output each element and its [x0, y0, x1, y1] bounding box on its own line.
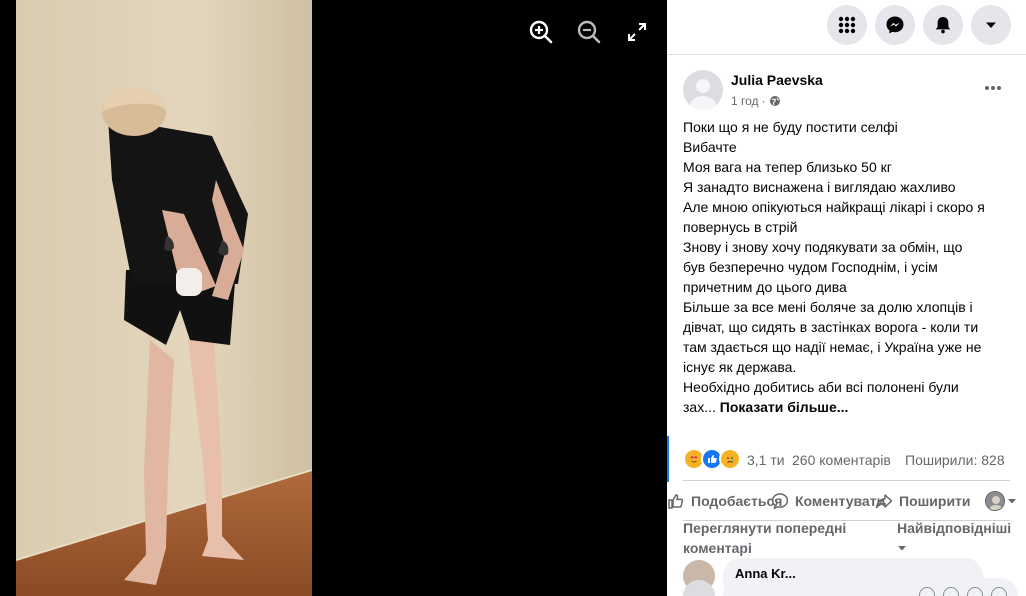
comment-sort-label: Найвідповідніші — [897, 520, 1012, 536]
menu-button[interactable] — [827, 5, 867, 45]
post-line: дівчат, що сидять в застінках ворога - к… — [683, 319, 979, 335]
thumbs-up-icon — [668, 494, 684, 509]
post-time[interactable]: 1 год — [731, 94, 759, 108]
post-line: Але мною опікуються найкращі лікарі і ск… — [683, 199, 985, 215]
caret-down-icon — [1008, 499, 1016, 504]
post-truncated-text: зах... — [683, 399, 716, 415]
profile-avatar — [985, 491, 1005, 511]
post-line: Знову і знову хочу подякувати за обмін, … — [683, 239, 963, 255]
photo-viewer — [0, 0, 667, 596]
post-line: повернусь в стрій — [683, 219, 798, 235]
zoom-out-button[interactable] — [575, 18, 603, 46]
more-dots-icon — [985, 86, 1001, 90]
post-line: Більше за все мені боляче за долю хлопці… — [683, 299, 973, 315]
gif-icon[interactable] — [991, 587, 1007, 596]
like-button[interactable]: Подобається — [667, 490, 782, 512]
focus-indicator — [667, 436, 669, 482]
share-count[interactable]: Поширили: 828 — [905, 452, 1005, 468]
post-panel: Julia Paevska 1 год · Поки що я не буду … — [667, 0, 1026, 596]
caret-down-icon — [898, 546, 906, 551]
comment-label: Коментувати — [795, 493, 886, 509]
zoom-in-button[interactable] — [527, 18, 555, 46]
comment-icon — [771, 493, 789, 510]
view-previous-comments[interactable]: Переглянути попередні коментарі — [683, 518, 883, 558]
expand-icon — [628, 23, 646, 41]
avatar-sticker-icon[interactable] — [919, 587, 935, 596]
post-line: Необхідно добитись аби всі полонені були — [683, 379, 959, 395]
post-text: Поки що я не буду постити селфі Вибачте … — [683, 117, 1018, 417]
meta-separator: · — [761, 94, 766, 108]
default-avatar-icon — [690, 79, 716, 110]
account-button[interactable] — [971, 5, 1011, 45]
post-photo[interactable] — [16, 0, 312, 596]
write-comment-input[interactable] — [723, 578, 1018, 596]
like-label: Подобається — [691, 493, 783, 509]
comment-count[interactable]: 260 коментарів — [792, 452, 891, 468]
post-line: там здається що надії немає, і Україна у… — [683, 339, 982, 355]
author-name[interactable]: Julia Paevska — [731, 72, 823, 88]
see-more-link[interactable]: Показати більше... — [720, 399, 849, 415]
globe-icon — [769, 96, 780, 106]
messenger-button[interactable] — [875, 5, 915, 45]
reaction-count[interactable]: 3,1 ти — [747, 452, 785, 468]
post-last-line: зах... Показати більше... — [683, 397, 1018, 417]
zoom-in-icon — [529, 20, 553, 44]
post-line: причетним до цього дива — [683, 279, 847, 295]
comment-button[interactable]: Коментувати — [771, 490, 885, 512]
post-line: Поки що я не буду постити селфі — [683, 119, 898, 135]
post-line: Вибачте — [683, 139, 737, 155]
messenger-icon — [886, 16, 904, 34]
emoji-icon[interactable] — [943, 587, 959, 596]
post-meta: 1 год · — [731, 94, 781, 108]
author-avatar[interactable] — [683, 70, 723, 110]
notifications-button[interactable] — [923, 5, 963, 45]
zoom-out-icon — [577, 20, 601, 44]
caret-down-icon — [986, 22, 996, 28]
comment-sort-dropdown[interactable]: Найвідповідніші — [897, 518, 1017, 558]
bell-icon — [935, 17, 951, 34]
post-line: був безперечно чудом Господнім, і усім — [683, 259, 938, 275]
share-icon — [875, 494, 893, 509]
post-options-button[interactable] — [979, 78, 1007, 98]
post-line: існує як держава. — [683, 359, 797, 375]
sad-reaction-icon — [719, 448, 741, 470]
post-line: Моя вага на тепер близько 50 кг — [683, 159, 892, 175]
reaction-icons[interactable] — [683, 448, 741, 470]
post-line: Я занадто виснажена і виглядаю жахливо — [683, 179, 956, 195]
fullscreen-button[interactable] — [623, 18, 651, 46]
divider — [683, 480, 1010, 481]
share-label: Поширити — [899, 493, 971, 509]
share-button[interactable]: Поширити — [875, 490, 971, 512]
apps-grid-icon — [838, 16, 856, 34]
camera-icon[interactable] — [967, 587, 983, 596]
top-navigation — [667, 0, 1026, 55]
audience-selector[interactable] — [985, 490, 1017, 512]
